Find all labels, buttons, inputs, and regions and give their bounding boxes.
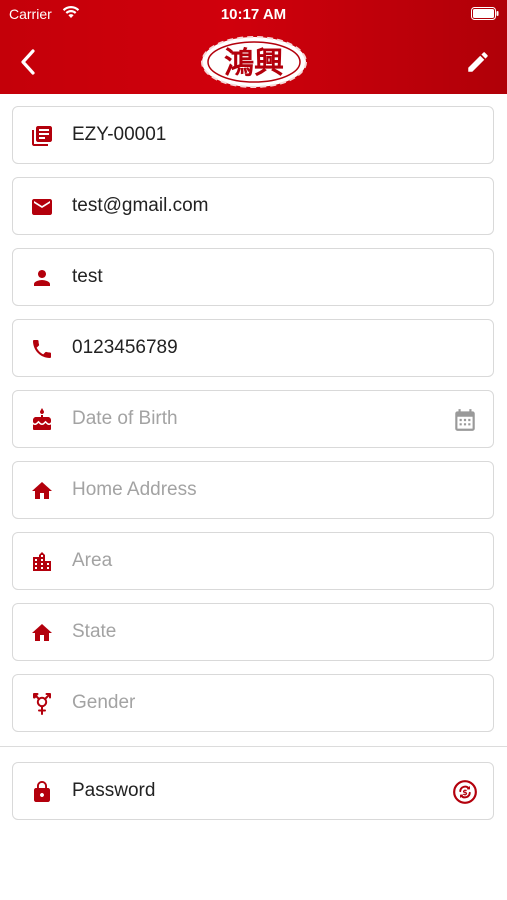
date-of-birth-placeholder: Date of Birth	[72, 408, 178, 429]
phone-field[interactable]: 0123456789	[12, 319, 494, 377]
cake-icon	[33, 408, 51, 430]
gender-placeholder: Gender	[72, 692, 136, 713]
member-id-icon	[32, 126, 52, 146]
brand-logo: 鴻興	[201, 36, 307, 88]
back-button[interactable]	[10, 44, 46, 80]
area-placeholder: Area	[72, 550, 113, 571]
svg-text:$: $	[462, 788, 467, 797]
home-address-field[interactable]: Home Address	[12, 461, 494, 519]
svg-text:鴻興: 鴻興	[224, 46, 284, 81]
area-field[interactable]: Area	[12, 532, 494, 590]
phone-value: 0123456789	[72, 337, 178, 358]
name-field[interactable]: test	[12, 248, 494, 306]
state-field[interactable]: State	[12, 603, 494, 661]
date-of-birth-field[interactable]: Date of Birth	[12, 390, 494, 448]
home-icon	[32, 482, 52, 499]
gender-field[interactable]: Gender	[12, 674, 494, 732]
name-value: test	[72, 266, 103, 287]
city-icon	[33, 552, 51, 571]
status-bar: Carrier 10:17 AM	[0, 0, 507, 28]
home-icon	[32, 624, 52, 641]
email-icon	[32, 199, 52, 215]
gender-icon	[33, 693, 51, 715]
password-field[interactable]: Password $	[12, 762, 494, 820]
edit-button[interactable]	[458, 42, 498, 82]
nav-bar: 鴻興	[0, 28, 507, 94]
reset-password-icon[interactable]: $	[451, 779, 479, 805]
calendar-icon[interactable]	[451, 407, 479, 433]
email-value: test@gmail.com	[72, 195, 209, 216]
chevron-left-icon	[21, 49, 35, 75]
status-time: 10:17 AM	[220, 6, 287, 23]
person-icon	[34, 270, 50, 286]
state-placeholder: State	[72, 621, 117, 642]
battery-icon	[471, 7, 499, 20]
section-divider	[0, 746, 507, 747]
member-id-value: EZY-00001	[72, 124, 167, 145]
lock-icon	[34, 781, 50, 802]
pencil-icon	[468, 52, 488, 72]
password-label: Password	[72, 780, 156, 801]
home-address-placeholder: Home Address	[72, 479, 197, 500]
app-header: Carrier 10:17 AM 鴻興	[0, 0, 507, 94]
member-id-field[interactable]: EZY-00001	[12, 106, 494, 164]
phone-icon	[33, 340, 51, 358]
email-field[interactable]: test@gmail.com	[12, 177, 494, 235]
